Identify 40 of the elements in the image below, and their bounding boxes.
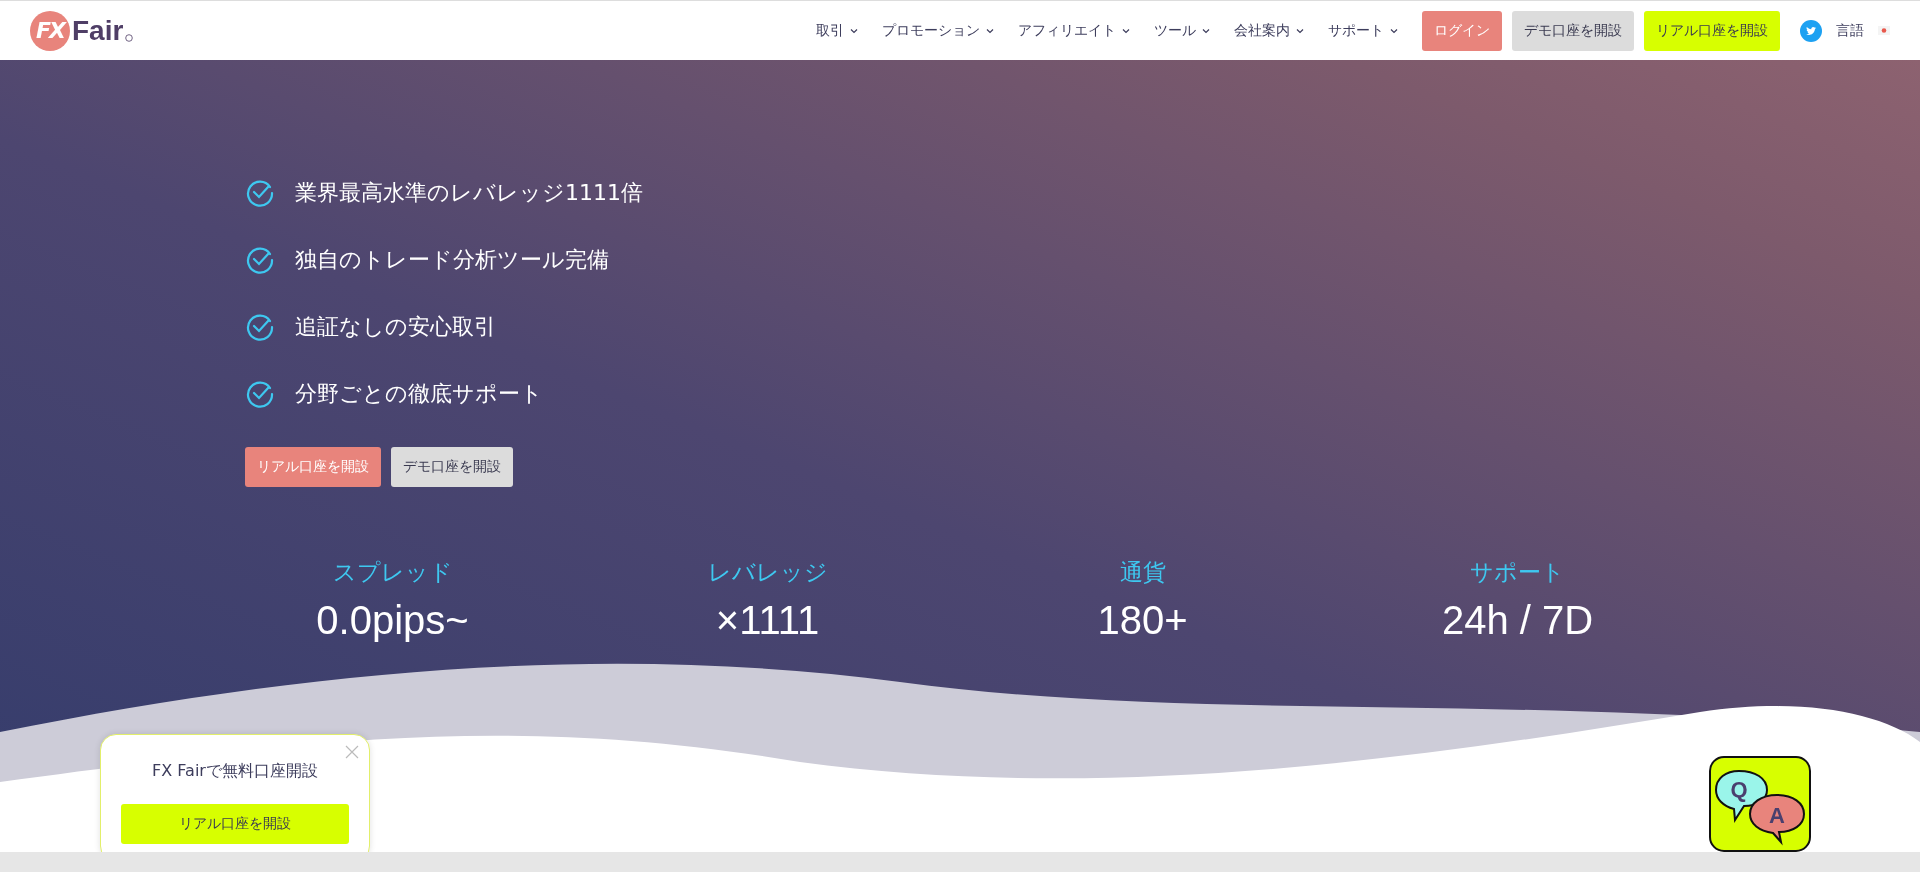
- caret-icon[interactable]: [1202, 27, 1210, 34]
- bird-icon[interactable]: [1800, 19, 1822, 42]
- stat-value: ×1111: [715, 598, 820, 643]
- nav-menu-item[interactable]: サポート: [1328, 21, 1384, 40]
- stat-value: 24h / 7D: [1441, 598, 1594, 643]
- nav-menu-item[interactable]: ツール: [1154, 21, 1196, 40]
- check-circle-icon: [245, 178, 275, 208]
- nav-menu-item[interactable]: 会社案内: [1234, 21, 1290, 40]
- demo-account-button[interactable]: デモ口座を開設: [391, 447, 513, 487]
- check-circle-icon: [245, 379, 275, 409]
- stat-value: 0.0pips~: [316, 598, 469, 643]
- real-button[interactable]: リアル口座を開設: [1644, 10, 1780, 51]
- caret-icon[interactable]: [986, 27, 994, 34]
- qa-chat-icon[interactable]: Q A: [1709, 756, 1811, 852]
- caret-icon[interactable]: [1390, 27, 1398, 34]
- demo-button[interactable]: デモ口座を開設: [1512, 10, 1634, 51]
- feature-text: 独自のトレード分析ツール完備: [295, 246, 609, 274]
- stat-value: 180+: [1097, 598, 1188, 643]
- check-circle-icon: [245, 245, 275, 275]
- feature-text: 追証なしの安心取引: [295, 313, 496, 341]
- stat-label: サポート: [1470, 558, 1565, 587]
- stat-label: スプレッド: [332, 558, 453, 587]
- real-account-button[interactable]: リアル口座を開設: [121, 804, 349, 844]
- feature-text: 分野ごとの徹底サポート: [295, 380, 543, 408]
- popup-title: FX Fairで無料口座開設: [152, 761, 318, 782]
- nav-menu-item[interactable]: アフィリエイト: [1018, 21, 1116, 40]
- logo-mark: FX: [30, 10, 70, 51]
- registered-icon: [125, 33, 134, 42]
- language-menu[interactable]: 言語: [1836, 21, 1864, 40]
- nav-menu-item[interactable]: 取引: [816, 21, 844, 40]
- caret-icon[interactable]: [1296, 27, 1304, 34]
- check-circle-icon: [245, 312, 275, 342]
- feature-text: 業界最高水準のレバレッジ1111倍: [295, 179, 643, 207]
- logo-text: Fair: [72, 14, 124, 47]
- stat-label: レバレッジ: [707, 558, 828, 587]
- caret-icon[interactable]: [850, 27, 858, 34]
- caret-icon[interactable]: [1122, 27, 1130, 34]
- nav-menu-item[interactable]: プロモーション: [882, 21, 980, 40]
- stat-label: 通貨: [1119, 558, 1166, 587]
- flag-icon[interactable]: [1878, 26, 1890, 35]
